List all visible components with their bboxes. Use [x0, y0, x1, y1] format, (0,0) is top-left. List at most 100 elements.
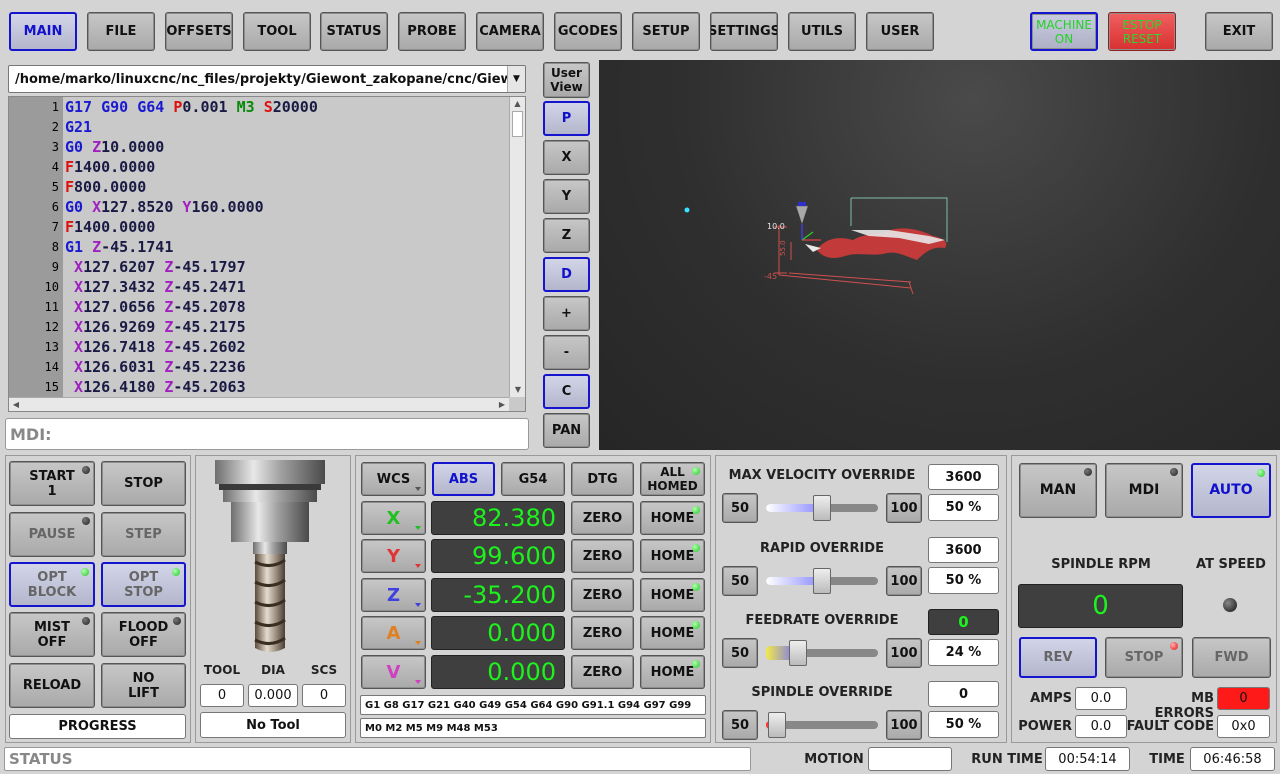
horizontal-scrollbar[interactable]: ◀ ▶ — [9, 397, 509, 411]
view-d-button[interactable]: D — [543, 257, 590, 292]
vertical-scrollbar[interactable]: ▲ ▼ — [509, 97, 525, 397]
no-lift-button[interactable]: NO LIFT — [101, 663, 186, 708]
nav-tab-user[interactable]: USER — [866, 12, 934, 51]
opt-stop-button[interactable]: OPT STOP — [101, 562, 186, 607]
gcode-line[interactable]: 8 G1 Z-45.1741 — [9, 237, 509, 257]
spindle-override-max-button[interactable]: 100 — [886, 710, 922, 740]
gcode-editor[interactable]: 1 G17 G90 G64 P0.001 M3 S20000 2 G21 3 G0 Z10… — [8, 96, 526, 412]
all-homed-button[interactable]: ALL HOMED — [640, 462, 705, 496]
mode-auto-button[interactable]: AUTO — [1191, 463, 1271, 518]
reload-button[interactable]: RELOAD — [9, 663, 95, 708]
axis-v-button[interactable]: V — [361, 655, 426, 689]
gcode-line[interactable]: 13 X126.7418 Z-45.2602 — [9, 337, 509, 357]
gcode-line[interactable]: 14 X126.6031 Z-45.2236 — [9, 357, 509, 377]
home-v-button[interactable]: HOME — [640, 655, 705, 689]
zoom-in-button[interactable]: + — [543, 296, 590, 331]
gcode-line[interactable]: 4 F1400.0000 — [9, 157, 509, 177]
view-c-button[interactable]: C — [543, 374, 590, 409]
mode-mdi-button[interactable]: MDI — [1105, 463, 1183, 518]
rapid-override-slider[interactable] — [766, 568, 878, 594]
zero-v-button[interactable]: ZERO — [571, 655, 634, 689]
gcode-line[interactable]: 2 G21 — [9, 117, 509, 137]
spindle-rev-button[interactable]: REV — [1019, 637, 1097, 678]
nav-tab-main[interactable]: MAIN — [9, 12, 77, 51]
nav-tab-settings[interactable]: SETTINGS — [710, 12, 778, 51]
spindle-override-slider[interactable] — [766, 712, 878, 738]
nav-tab-offsets[interactable]: OFFSETS — [165, 12, 233, 51]
chevron-down-icon[interactable]: ▼ — [507, 66, 525, 92]
zoom-out-button[interactable]: - — [543, 335, 590, 370]
gcode-line[interactable]: 7 F1400.0000 — [9, 217, 509, 237]
pause-button[interactable]: PAUSE — [9, 512, 95, 557]
abs-button[interactable]: ABS — [432, 462, 495, 496]
spindle-stop-button[interactable]: STOP — [1105, 637, 1183, 678]
start-button[interactable]: START 1 — [9, 461, 95, 506]
feedrate-override-slider[interactable] — [766, 640, 878, 666]
spindle-override-min-button[interactable]: 50 — [722, 710, 758, 740]
max-velocity-override-max-button[interactable]: 100 — [886, 493, 922, 523]
nav-tab-gcodes[interactable]: GCODES — [554, 12, 622, 51]
estop-reset-button[interactable]: ESTOP RESET — [1108, 12, 1176, 51]
mode-man-button[interactable]: MAN — [1019, 463, 1097, 518]
mdi-input[interactable]: MDI: — [5, 418, 529, 450]
gcode-line[interactable]: 9 X127.6207 Z-45.1797 — [9, 257, 509, 277]
nav-tab-tool[interactable]: TOOL — [243, 12, 311, 51]
feedrate-override-max-button[interactable]: 100 — [886, 638, 922, 668]
scroll-down-arrow-icon[interactable]: ▼ — [510, 383, 525, 397]
view-z-button[interactable]: Z — [543, 218, 590, 253]
feedrate-override-min-button[interactable]: 50 — [722, 638, 758, 668]
slider-handle[interactable] — [813, 495, 831, 521]
gcode-line[interactable]: 15 X126.4180 Z-45.2063 — [9, 377, 509, 397]
machine-on-button[interactable]: MACHINE ON — [1030, 12, 1098, 51]
flood-button[interactable]: FLOOD OFF — [101, 612, 186, 657]
axis-x-button[interactable]: X — [361, 501, 426, 535]
slider-handle[interactable] — [813, 568, 831, 594]
zero-z-button[interactable]: ZERO — [571, 578, 634, 612]
wcs-button[interactable]: WCS — [361, 462, 426, 496]
stop-button[interactable]: STOP — [101, 461, 186, 506]
spindle-fwd-button[interactable]: FWD — [1192, 637, 1271, 678]
nav-tab-probe[interactable]: PROBE — [398, 12, 466, 51]
scroll-left-arrow-icon[interactable]: ◀ — [9, 398, 23, 411]
file-path-combo[interactable]: /home/marko/linuxcnc/nc_files/projekty/G… — [8, 65, 526, 93]
rapid-override-max-button[interactable]: 100 — [886, 566, 922, 596]
mist-button[interactable]: MIST OFF — [9, 612, 95, 657]
gcode-line[interactable]: 6 G0 X127.8520 Y160.0000 — [9, 197, 509, 217]
scrollbar-thumb[interactable] — [512, 111, 523, 137]
scroll-up-arrow-icon[interactable]: ▲ — [510, 97, 525, 111]
gcode-line[interactable]: 12 X126.9269 Z-45.2175 — [9, 317, 509, 337]
view-p-button[interactable]: P — [543, 101, 590, 136]
axis-a-button[interactable]: A — [361, 616, 426, 650]
gcode-line[interactable]: 1 G17 G90 G64 P0.001 M3 S20000 — [9, 97, 509, 117]
pan-button[interactable]: PAN — [543, 413, 590, 448]
rapid-override-min-button[interactable]: 50 — [722, 566, 758, 596]
scroll-right-arrow-icon[interactable]: ▶ — [495, 398, 509, 411]
nav-tab-status[interactable]: STATUS — [320, 12, 388, 51]
nav-tab-camera[interactable]: CAMERA — [476, 12, 544, 51]
zero-y-button[interactable]: ZERO — [571, 539, 634, 573]
view-y-button[interactable]: Y — [543, 179, 590, 214]
max-velocity-override-slider[interactable] — [766, 495, 878, 521]
g54-button[interactable]: G54 — [501, 462, 565, 496]
axis-y-button[interactable]: Y — [361, 539, 426, 573]
home-x-button[interactable]: HOME — [640, 501, 705, 535]
exit-button[interactable]: EXIT — [1205, 12, 1273, 51]
gcode-line[interactable]: 3 G0 Z10.0000 — [9, 137, 509, 157]
home-a-button[interactable]: HOME — [640, 616, 705, 650]
home-z-button[interactable]: HOME — [640, 578, 705, 612]
nav-tab-file[interactable]: FILE — [87, 12, 155, 51]
axis-z-button[interactable]: Z — [361, 578, 426, 612]
user-view-button[interactable]: User View — [543, 62, 590, 98]
gcode-line[interactable]: 10 X127.3432 Z-45.2471 — [9, 277, 509, 297]
toolpath-preview[interactable]: 10.0 55.0 -45 — [599, 60, 1280, 450]
step-button[interactable]: STEP — [101, 512, 186, 557]
nav-tab-setup[interactable]: SETUP — [632, 12, 700, 51]
zero-x-button[interactable]: ZERO — [571, 501, 634, 535]
max-velocity-override-min-button[interactable]: 50 — [722, 493, 758, 523]
opt-block-button[interactable]: OPT BLOCK — [9, 562, 95, 607]
gcode-line[interactable]: 5 F800.0000 — [9, 177, 509, 197]
slider-handle[interactable] — [789, 640, 807, 666]
zero-a-button[interactable]: ZERO — [571, 616, 634, 650]
nav-tab-utils[interactable]: UTILS — [788, 12, 856, 51]
slider-handle[interactable] — [768, 712, 786, 738]
